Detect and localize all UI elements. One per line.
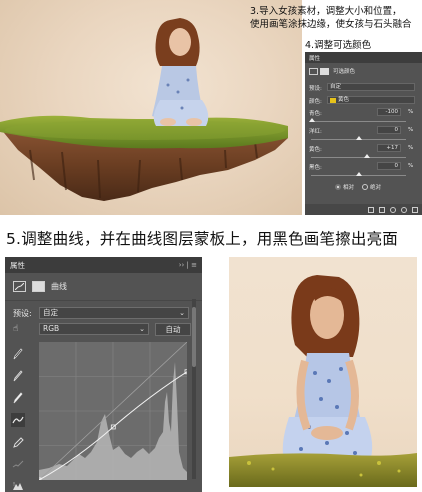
black-knob[interactable] <box>356 172 362 176</box>
yellow-knob[interactable] <box>364 154 370 158</box>
magenta-unit: % <box>408 127 414 133</box>
adjustment-icon <box>309 67 318 75</box>
cyan-track <box>311 121 406 122</box>
black-label: 黑色: <box>309 165 322 171</box>
absolute-label: 绝对 <box>370 185 382 191</box>
yellow-swatch <box>330 97 336 103</box>
magenta-value: 0 <box>394 127 399 133</box>
properties-tab[interactable]: 属性 <box>305 52 422 63</box>
cyan-value: -100 <box>385 109 398 115</box>
svg-text:!: ! <box>13 482 15 488</box>
girl-figure <box>152 18 209 126</box>
visibility-icon[interactable] <box>401 206 407 213</box>
channel-select[interactable]: RGB ⌄ <box>39 323 149 335</box>
photo-girl-result <box>229 257 417 487</box>
curve-point-icon[interactable] <box>11 413 25 427</box>
step3-caption: 3.导入女孩素材，调整大小和位置， 使用画笔涂抹边缘，使女孩与石头融合 <box>250 5 422 31</box>
curves-preset-label: 预设: <box>13 309 32 318</box>
black-unit: % <box>408 163 414 169</box>
cyan-label: 青色: <box>309 111 322 117</box>
step3-line1: 3.导入女孩素材，调整大小和位置， <box>250 6 402 17</box>
magenta-label: 洋红: <box>309 129 322 135</box>
black-point-eyedropper-icon[interactable] <box>11 347 25 361</box>
absolute-radio[interactable] <box>362 184 369 190</box>
yellow-value: +17 <box>386 145 398 151</box>
preset-select[interactable]: 自定 <box>327 83 415 91</box>
reset-icon[interactable] <box>390 206 396 213</box>
curves-adjustment-icon <box>13 281 26 292</box>
panel-footer <box>305 204 422 215</box>
smooth-icon[interactable] <box>11 457 25 471</box>
cyan-knob[interactable] <box>309 118 315 122</box>
properties-tab-label-curves[interactable]: 属性 <box>10 260 25 271</box>
yellow-label: 黄色: <box>309 147 322 153</box>
step3-line2: 使用画笔涂抹边缘，使女孩与石头融合 <box>250 19 412 30</box>
layer-mask-icon <box>320 67 329 75</box>
channel-value: RGB <box>43 324 60 333</box>
magenta-knob[interactable] <box>356 136 362 140</box>
photo-girl-on-rock-art <box>0 18 288 201</box>
scrollbar-thumb[interactable] <box>192 307 196 367</box>
curves-panel-header: 属性 ›› | ≡ <box>5 257 202 273</box>
selective-color-layer-row: 可选颜色 <box>309 67 355 75</box>
pencil-icon[interactable] <box>11 435 25 449</box>
curves-layer-row: 曲线 <box>5 273 202 301</box>
on-image-adjust-icon[interactable]: ☝︎ <box>13 324 29 335</box>
curves-preset-value: 自定 <box>43 308 58 317</box>
delete-icon[interactable] <box>412 206 418 213</box>
cyan-unit: % <box>408 109 414 115</box>
black-value-field[interactable]: 0 <box>377 162 401 170</box>
selective-color-layer-label: 可选颜色 <box>333 69 356 75</box>
colors-row: 颜色: <box>309 97 322 105</box>
curves-graph-svg[interactable] <box>36 341 190 483</box>
preset-label: 预设: <box>309 86 322 92</box>
colors-value: 黄色 <box>338 96 350 103</box>
panel-scrollbar[interactable] <box>192 299 196 479</box>
photo-girl-result-art <box>229 275 417 487</box>
yellow-track <box>311 157 406 158</box>
colors-label: 颜色: <box>309 99 322 105</box>
method-radios: 相对 绝对 <box>335 183 381 191</box>
curves-preset-row: 预设: <box>13 308 32 319</box>
selective-color-panel: 属性 可选颜色 预设: 自定 颜色: 黄色 青色: -100 % 洋红: 0 %… <box>305 52 422 215</box>
photo-girl-on-rock <box>0 0 302 215</box>
clip-to-layer-icon[interactable] <box>368 206 374 213</box>
gray-point-eyedropper-icon[interactable] <box>11 369 25 383</box>
chevron-down-icon: ⌄ <box>179 309 185 317</box>
properties-tab-label: 属性 <box>309 55 321 62</box>
colors-select[interactable]: 黄色 <box>327 96 415 104</box>
clipping-warning-icon[interactable]: ! <box>11 479 25 492</box>
white-point-eyedropper-icon[interactable] <box>11 391 25 405</box>
channel-chevron-icon: ⌄ <box>139 325 145 333</box>
relative-radio[interactable] <box>335 184 341 190</box>
yellow-value-field[interactable]: +17 <box>377 144 401 152</box>
cyan-value-field[interactable]: -100 <box>377 108 401 116</box>
magenta-value-field[interactable]: 0 <box>377 126 401 134</box>
auto-button[interactable]: 自动 <box>155 323 191 336</box>
yellow-unit: % <box>408 145 414 151</box>
step5-caption: 5.调整曲线，并在曲线图层蒙板上，用黑色画笔擦出亮面 <box>6 230 398 248</box>
curves-tools: ! <box>11 347 29 492</box>
preset-row: 预设: <box>309 84 322 92</box>
curves-panel: 属性 ›› | ≡ 曲线 预设: 自定 ⌄ ☝︎ RGB ⌄ 自动 ! <box>5 257 202 492</box>
black-value: 0 <box>394 163 399 169</box>
curves-graph[interactable] <box>36 341 190 483</box>
curves-layer-label: 曲线 <box>51 282 67 291</box>
relative-label: 相对 <box>343 185 355 191</box>
view-previous-icon[interactable] <box>379 206 385 213</box>
preset-value: 自定 <box>330 84 342 90</box>
curves-mask-icon[interactable] <box>32 281 45 292</box>
step4-caption: 4.调整可选颜色 <box>305 40 372 51</box>
panel-menu-icon[interactable]: ›› | ≡ <box>179 261 197 269</box>
curves-preset-select[interactable]: 自定 ⌄ <box>39 307 189 319</box>
